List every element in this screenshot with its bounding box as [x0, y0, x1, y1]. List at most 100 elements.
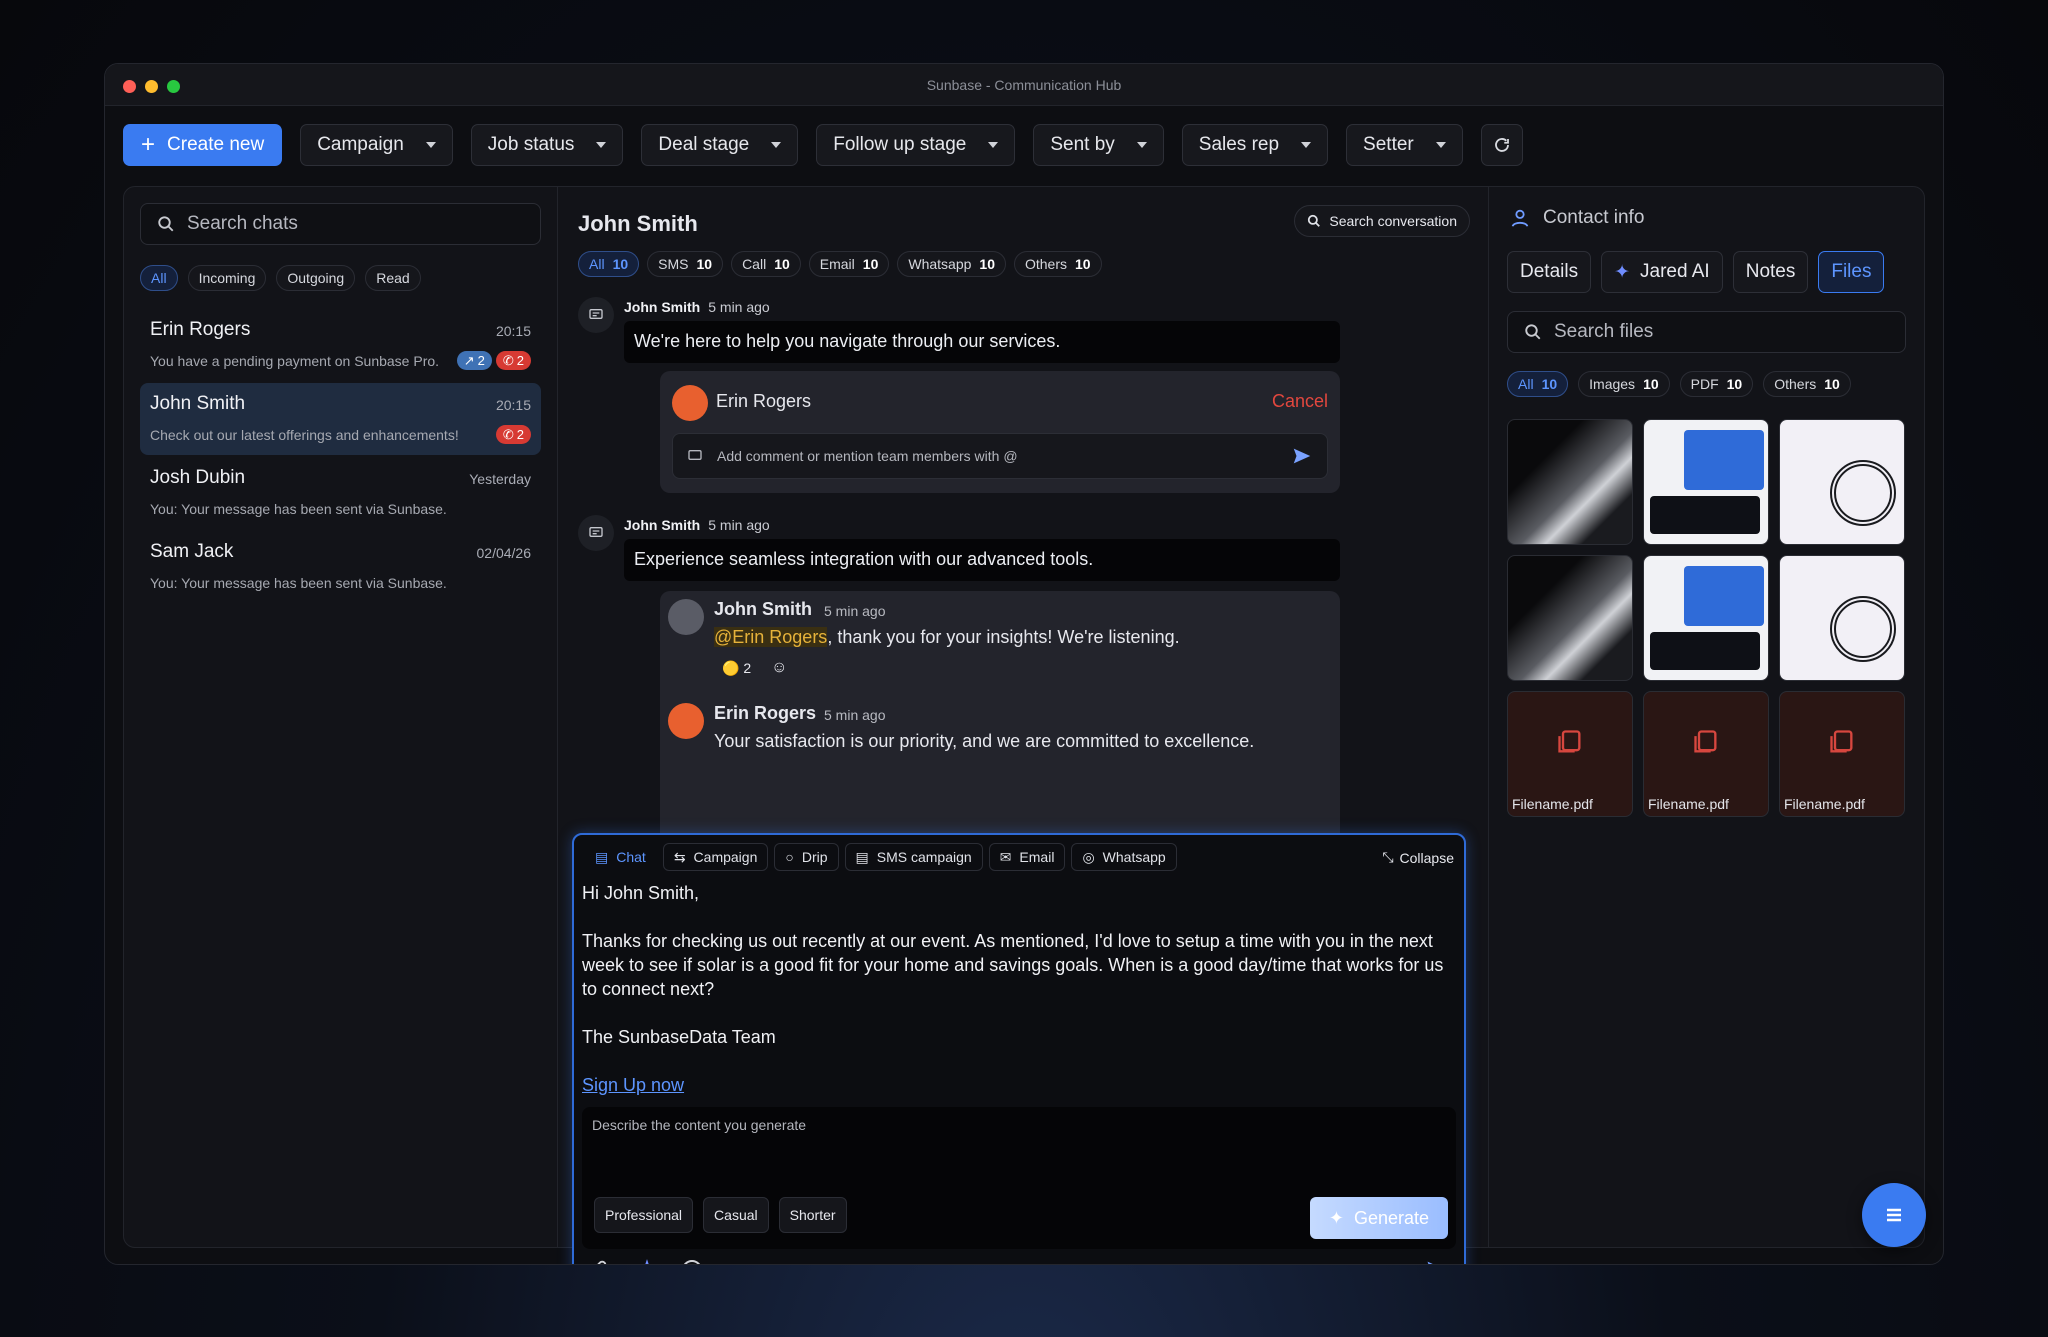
send-icon[interactable]	[1424, 1257, 1452, 1265]
sign-up-link[interactable]: Sign Up now	[582, 1075, 684, 1095]
tone-casual[interactable]: Casual	[703, 1197, 769, 1233]
refresh-icon	[1494, 138, 1509, 152]
sent-by-dropdown[interactable]: Sent by	[1033, 124, 1164, 166]
pdf-file[interactable]: Filename.pdf	[1779, 691, 1905, 817]
create-new-button[interactable]: + Create new	[123, 124, 283, 166]
tab-files[interactable]: Files	[1818, 251, 1885, 293]
composer-text[interactable]: Hi John Smith, Thanks for checking us ou…	[582, 881, 1454, 1097]
tab-campaign[interactable]: ⇆ Campaign	[662, 843, 769, 871]
caret-down-icon	[771, 142, 782, 148]
call-icon: ✆	[502, 352, 514, 368]
tone-professional[interactable]: Professional	[594, 1197, 694, 1233]
attachment-icon[interactable]	[588, 1259, 610, 1265]
tab-notes[interactable]: Notes	[1732, 251, 1809, 293]
job-status-dropdown[interactable]: Job status	[470, 124, 624, 166]
tone-shorter[interactable]: Shorter	[778, 1197, 847, 1233]
ai-generate-box: Describe the content you generate Profes…	[582, 1107, 1456, 1249]
caret-down-icon	[596, 142, 607, 148]
channel-email[interactable]: Email 10	[808, 251, 890, 277]
channel-call[interactable]: Call 10	[731, 251, 801, 277]
menu-fab-button[interactable]	[1862, 1183, 1926, 1247]
whatsapp-icon: ◎	[1082, 848, 1095, 865]
tab-email[interactable]: ✉ Email	[988, 843, 1066, 871]
channel-sms[interactable]: SMS 10	[647, 251, 724, 277]
reactions: 🟡 2 ☺	[722, 659, 787, 677]
caret-down-icon	[1435, 142, 1446, 148]
image-thumbnail[interactable]	[1507, 555, 1633, 681]
file-filter-chips: All 10 Images 10 PDF 10 Others 10	[1507, 371, 1851, 397]
message: John Smith 5 min ago Experience seamless …	[578, 515, 1340, 833]
sales-rep-dropdown[interactable]: Sales rep	[1181, 124, 1329, 166]
campaign-icon: ⇆	[673, 848, 686, 865]
caret-down-icon	[988, 142, 999, 148]
generate-button[interactable]: ✦ Generate	[1310, 1197, 1448, 1239]
ai-sparkle-icon[interactable]	[634, 1257, 660, 1265]
chat-list: Erin Rogers 20:15 You have a pending pay…	[140, 309, 541, 605]
reaction-emoji[interactable]: 🟡 2	[722, 660, 751, 677]
image-thumbnail[interactable]	[1779, 555, 1905, 681]
search-conversation-button[interactable]: Search conversation	[1294, 205, 1470, 237]
file-filter-pdf[interactable]: PDF 10	[1679, 371, 1754, 397]
tab-details[interactable]: Details	[1507, 251, 1592, 293]
message-icon	[578, 297, 614, 333]
image-thumbnail[interactable]	[1507, 419, 1633, 545]
caret-down-icon	[1301, 142, 1312, 148]
file-filter-others[interactable]: Others 10	[1763, 371, 1851, 397]
message-icon	[578, 515, 614, 551]
pdf-file[interactable]: Filename.pdf	[1643, 691, 1769, 817]
search-files-input[interactable]: Search files	[1507, 311, 1906, 353]
mention[interactable]: @Erin Rogers	[714, 627, 828, 647]
add-reaction-icon[interactable]: ☺	[771, 659, 787, 677]
chat-item[interactable]: Erin Rogers 20:15 You have a pending pay…	[140, 309, 541, 381]
collapse-button[interactable]: ⤡ Collapse	[1382, 849, 1454, 866]
channel-whatsapp[interactable]: Whatsapp 10	[897, 251, 1006, 277]
tab-jared-ai[interactable]: ✦ Jared AI	[1601, 251, 1723, 293]
avatar	[668, 599, 704, 635]
search-icon	[158, 216, 174, 232]
campaign-dropdown[interactable]: Campaign	[300, 124, 453, 166]
image-thumbnail[interactable]	[1643, 555, 1769, 681]
channel-all[interactable]: All 10	[578, 251, 640, 277]
sparkle-icon: ✦	[1614, 261, 1630, 283]
pdf-file[interactable]: Filename.pdf	[1507, 691, 1633, 817]
caret-down-icon	[425, 142, 436, 148]
refresh-button[interactable]	[1480, 124, 1523, 166]
chat-icon: ▤	[595, 848, 609, 865]
file-filter-images[interactable]: Images 10	[1578, 371, 1670, 397]
reply-thread: John Smith 5 min ago @Erin Rogers, thank…	[660, 591, 1340, 833]
tab-chat[interactable]: ▤ Chat	[584, 843, 657, 871]
menu-icon	[1887, 1208, 1901, 1222]
filter-outgoing[interactable]: Outgoing	[276, 265, 356, 291]
message-composer: ▤ Chat ⇆ Campaign ○ Drip ▤ SMS campaign ✉ Ema…	[572, 833, 1466, 1265]
unread-badges: ✆ 2	[495, 425, 531, 444]
search-chats-input[interactable]: Search chats	[140, 203, 541, 245]
channel-badge: ↗ 2	[456, 351, 492, 370]
emoji-icon[interactable]	[680, 1258, 704, 1265]
file-filter-all[interactable]: All 10	[1507, 371, 1569, 397]
chat-item[interactable]: Sam Jack 02/04/26 You: Your message has …	[140, 531, 541, 603]
send-icon[interactable]	[1291, 445, 1313, 467]
image-thumbnail[interactable]	[1643, 419, 1769, 545]
cancel-button[interactable]: Cancel	[1272, 391, 1328, 412]
setter-dropdown[interactable]: Setter	[1346, 124, 1463, 166]
composer-actions	[584, 1255, 1454, 1265]
comment-input[interactable]: Add comment or mention team members with…	[672, 433, 1328, 479]
tab-whatsapp[interactable]: ◎ Whatsapp	[1071, 843, 1177, 871]
pdf-icon	[1830, 730, 1853, 753]
image-thumbnail[interactable]	[1779, 419, 1905, 545]
contact-tabs: Details ✦ Jared AI Notes Files	[1507, 251, 1885, 293]
ai-prompt-input[interactable]: Describe the content you generate	[592, 1117, 806, 1133]
deal-stage-dropdown[interactable]: Deal stage	[641, 124, 799, 166]
unread-badge: ✆ 2	[495, 425, 531, 444]
follow-up-stage-dropdown[interactable]: Follow up stage	[816, 124, 1016, 166]
chat-item[interactable]: Josh Dubin Yesterday You: Your message h…	[140, 457, 541, 529]
avatar	[672, 385, 708, 421]
sms-icon: ▤	[855, 848, 869, 865]
filter-all[interactable]: All	[140, 265, 178, 291]
tab-sms-campaign[interactable]: ▤ SMS campaign	[844, 843, 983, 871]
tab-drip[interactable]: ○ Drip	[774, 843, 839, 871]
filter-incoming[interactable]: Incoming	[187, 265, 267, 291]
chat-item-selected[interactable]: John Smith 20:15 Check out our latest of…	[140, 383, 541, 455]
filter-read[interactable]: Read	[365, 265, 421, 291]
channel-others[interactable]: Others 10	[1013, 251, 1102, 277]
